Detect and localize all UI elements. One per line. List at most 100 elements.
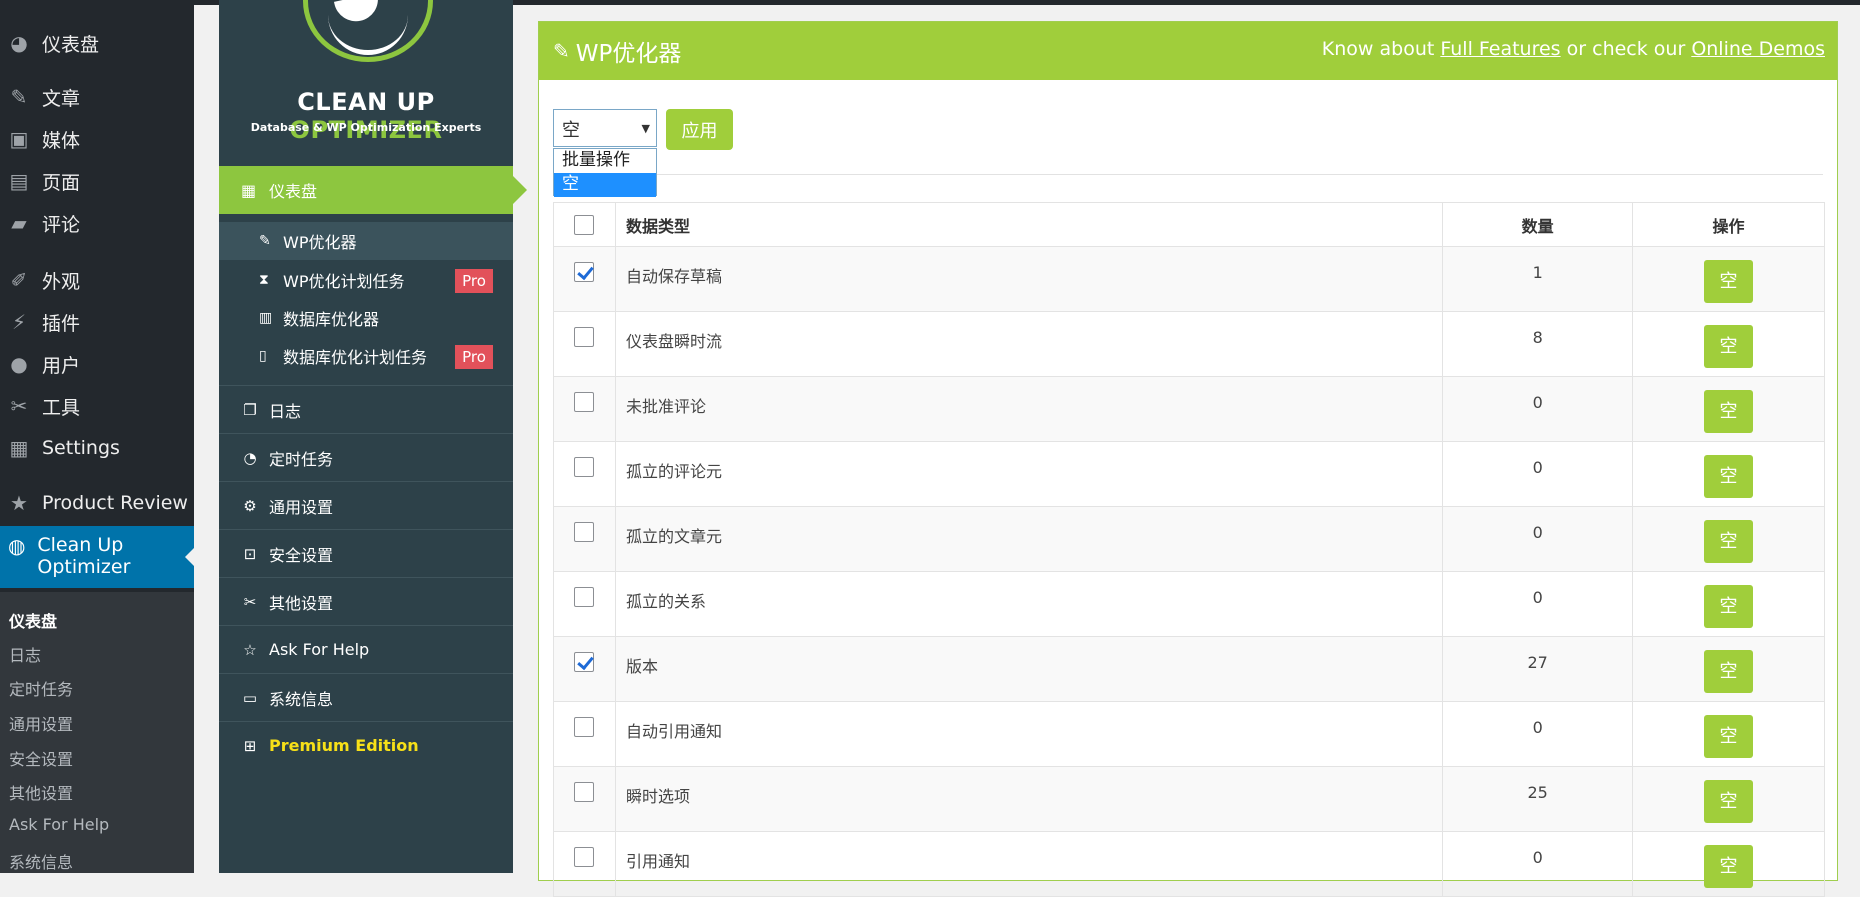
row-checkbox[interactable] (574, 521, 595, 542)
wp-menu-item-9[interactable]: ▦ Settings (0, 428, 194, 468)
header-action: 操作 (1632, 202, 1825, 247)
plugin-nav-item[interactable]: ☆ Ask For Help (219, 625, 513, 673)
plugin-nav: CLEAN UP OPTIMIZER Database & WP Optimiz… (219, 0, 527, 873)
wp-menu-item-4[interactable]: ▰ 评论 (0, 203, 194, 243)
bulk-action-select[interactable]: 空 ▼ (553, 109, 657, 147)
wrench-icon: ✂ (243, 592, 257, 611)
row-checkbox[interactable] (574, 781, 595, 802)
row-checkbox[interactable] (574, 391, 595, 412)
dropdown-option-empty[interactable]: 空 (554, 173, 656, 197)
row-count: 25 (1442, 766, 1634, 832)
plugin-nav-item[interactable]: ✂ 其他设置 (219, 577, 513, 625)
wp-menu-item-11[interactable]: ◍ Clean Up Optimizer (0, 526, 194, 588)
select-all-checkbox[interactable] (574, 214, 595, 235)
plugin-icon: ⚡ (11, 310, 27, 334)
row-check-cell (553, 441, 616, 507)
wp-menu-item-5[interactable]: ✐ 外观 (0, 260, 194, 300)
row-type: 自动引用通知 (614, 701, 1444, 767)
plugin-subnav-item[interactable]: ⧗ WP优化计划任务 Pro (219, 261, 513, 299)
wp-menu-item-0[interactable]: ◕ 仪表盘 (0, 23, 194, 63)
wp-menu-item-10[interactable]: ★ Product Review (0, 483, 194, 523)
full-features-link[interactable]: Full Features (1440, 38, 1560, 60)
wp-menu-label: Clean Up Optimizer (37, 534, 131, 578)
user-icon: ● (10, 352, 28, 376)
main-panel: ✎ WP优化器 Know about Full Features or chec… (538, 21, 1838, 897)
plugin-nav-label: 其他设置 (269, 593, 334, 613)
wp-submenu-item[interactable]: 通用设置 (9, 711, 73, 735)
empty-button[interactable]: 空 (1704, 780, 1754, 823)
wp-menu-label: 媒体 (42, 129, 81, 152)
wp-menu-item-1[interactable]: ✎ 文章 (0, 77, 194, 117)
table-row: 孤立的文章元 0 空 (553, 506, 1825, 572)
row-checkbox[interactable] (574, 456, 595, 477)
plugin-subnav-item[interactable]: ▯ 数据库优化计划任务 Pro (219, 337, 513, 375)
row-type: 仪表盘瞬时流 (614, 311, 1444, 377)
wp-submenu-item[interactable]: 安全设置 (9, 746, 73, 770)
wp-menu-item-8[interactable]: ✂ 工具 (0, 386, 194, 426)
pro-badge: Pro (455, 269, 493, 293)
plugin-nav-item[interactable]: ⊡ 安全设置 (219, 529, 513, 577)
table-header-row: 数据类型 数量 操作 (553, 202, 1825, 247)
empty-button[interactable]: 空 (1704, 520, 1754, 563)
table-row: 孤立的评论元 0 空 (553, 441, 1825, 507)
row-check-cell (553, 571, 616, 637)
wp-menu-label: 插件 (42, 312, 81, 335)
lock-icon: ⊡ (243, 544, 257, 563)
row-action-cell: 空 (1632, 246, 1825, 312)
plugin-nav-item[interactable]: ⚙ 通用设置 (219, 481, 513, 529)
plugin-nav-label: 日志 (269, 401, 302, 421)
wp-admin-menu: ◕ 仪表盘 ✎ 文章 ▣ 媒体 ▤ 页面 ▰ 评论 ✐ 外观 ⚡ 插件 ● 用户 ✂ 工具 ▦ Settings ★ Pr… (0, 0, 194, 873)
wp-submenu: 仪表盘日志定时任务通用设置安全设置其他设置 Ask For Help 系统信息 (0, 592, 194, 873)
brand-name: CLEAN UP OPTIMIZER (289, 88, 443, 144)
dropdown-option-bulk[interactable]: 批量操作 (554, 149, 656, 173)
empty-button[interactable]: 空 (1704, 650, 1754, 693)
header-type: 数据类型 (614, 202, 1444, 247)
empty-button[interactable]: 空 (1704, 455, 1754, 498)
wp-menu-item-2[interactable]: ▣ 媒体 (0, 119, 194, 159)
wp-menu-item-6[interactable]: ⚡ 插件 (0, 302, 194, 342)
wp-submenu-item[interactable]: 日志 (9, 642, 41, 666)
empty-button[interactable]: 空 (1704, 325, 1754, 368)
plugin-nav-dashboard[interactable]: ▦ 仪表盘 (219, 166, 527, 214)
wp-menu-item-7[interactable]: ● 用户 (0, 344, 194, 384)
row-checkbox[interactable] (574, 261, 595, 282)
appearance-icon: ✐ (10, 268, 28, 292)
row-checkbox[interactable] (574, 846, 595, 867)
apply-button[interactable]: 应用 (666, 109, 733, 150)
media-icon: ▣ (9, 127, 29, 151)
wp-submenu-item[interactable]: 定时任务 (9, 676, 73, 700)
wp-submenu-item[interactable]: 其他设置 (9, 780, 73, 804)
brand-tagline: Database & WP Optimization Experts (250, 121, 482, 134)
edit-icon: ✎ (553, 39, 570, 63)
empty-button[interactable]: 空 (1704, 845, 1754, 888)
wp-submenu-item[interactable]: 仪表盘 (9, 608, 57, 632)
plugin-subnav-item[interactable]: ✎ WP优化器 (219, 222, 513, 260)
empty-button[interactable]: 空 (1704, 390, 1754, 433)
plugin-nav-item[interactable]: ❐ 日志 (219, 385, 513, 433)
wp-submenu-item[interactable]: Ask For Help (9, 815, 109, 834)
row-action-cell: 空 (1632, 701, 1825, 767)
dashboard-icon: ◕ (10, 31, 28, 55)
plugin-nav-item[interactable]: ⊞ Premium Edition (219, 721, 513, 769)
wp-submenu-item[interactable]: 系统信息 (9, 849, 73, 873)
empty-button[interactable]: 空 (1704, 585, 1754, 628)
wp-menu-item-3[interactable]: ▤ 页面 (0, 161, 194, 201)
row-checkbox[interactable] (574, 586, 595, 607)
plugin-subnav-item[interactable]: ▥ 数据库优化器 (219, 299, 513, 337)
page-title: WP优化器 (575, 41, 682, 67)
empty-button[interactable]: 空 (1704, 715, 1754, 758)
gauge-icon: ◔ (243, 448, 257, 467)
plugin-nav-item[interactable]: ▭ 系统信息 (219, 673, 513, 721)
row-checkbox[interactable] (574, 326, 595, 347)
table-row: 孤立的关系 0 空 (553, 571, 1825, 637)
row-checkbox[interactable] (574, 716, 595, 737)
row-action-cell: 空 (1632, 636, 1825, 702)
row-checkbox[interactable] (574, 651, 595, 672)
online-demos-link[interactable]: Online Demos (1691, 38, 1825, 60)
plugin-nav-item[interactable]: ◔ 定时任务 (219, 433, 513, 481)
plugin-subnav-label: 数据库优化器 (283, 310, 380, 329)
plugin-nav-label: 系统信息 (269, 689, 334, 709)
empty-button[interactable]: 空 (1704, 260, 1754, 303)
row-check-cell (553, 636, 616, 702)
row-type: 孤立的文章元 (614, 506, 1444, 572)
